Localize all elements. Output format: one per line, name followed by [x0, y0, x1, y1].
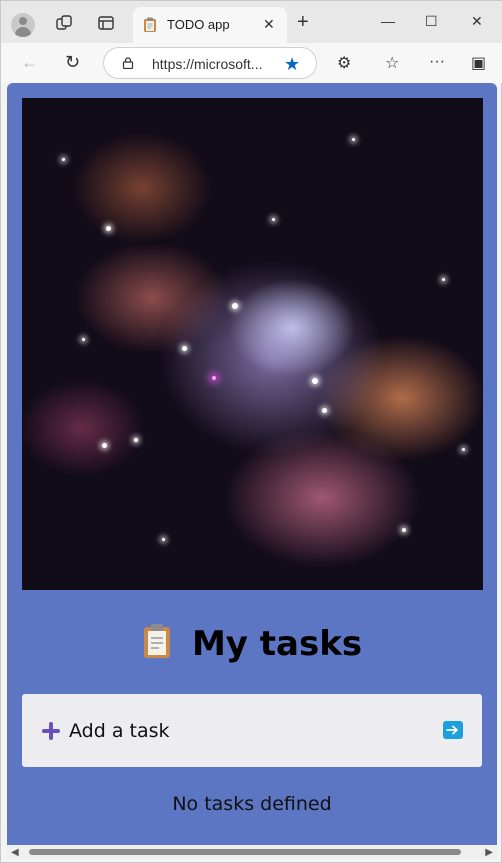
page-title: My tasks	[7, 623, 497, 664]
browser-window: TODO app ✕ + — ☐ ✕ ← ↻ https://microsoft…	[0, 0, 502, 863]
nebula-image	[22, 98, 483, 590]
url-text: https://microsoft...	[152, 56, 263, 72]
profile-icon[interactable]	[11, 13, 35, 37]
tab-close-icon[interactable]: ✕	[263, 16, 275, 33]
new-tab-button[interactable]: +	[297, 12, 309, 32]
empty-message: No tasks defined	[172, 793, 332, 815]
page-viewport: My tasks Add a task No tasks defined	[7, 83, 497, 845]
scroll-left-icon[interactable]: ◀	[11, 847, 19, 858]
tab-title: TODO app	[167, 17, 230, 32]
minimize-button[interactable]: —	[381, 13, 395, 29]
favorites-icon[interactable]: ☆	[385, 53, 399, 73]
tab-todo-app[interactable]: TODO app ✕	[133, 7, 287, 43]
extensions-icon[interactable]: ⚙	[337, 53, 351, 73]
tab-actions-icon[interactable]	[97, 14, 115, 32]
arrow-right-icon[interactable]	[443, 721, 463, 739]
workspaces-icon[interactable]	[55, 14, 73, 32]
horizontal-scrollbar[interactable]: ◀ ▶	[7, 845, 497, 859]
maximize-button[interactable]: ☐	[425, 13, 438, 30]
sidebar-icon[interactable]: ▣	[471, 53, 486, 73]
address-bar[interactable]: https://microsoft... ★	[103, 47, 317, 79]
page-title-text: My tasks	[191, 624, 363, 664]
tab-strip: TODO app ✕ + — ☐ ✕	[1, 1, 502, 43]
address-toolbar: ← ↻ https://microsoft... ★ ⚙ ☆ ··· ▣	[1, 43, 502, 83]
clipboard-icon	[144, 17, 156, 32]
add-task-label: Add a task	[69, 720, 170, 742]
star-icon[interactable]: ★	[284, 54, 300, 75]
lock-icon	[122, 57, 134, 69]
refresh-button[interactable]: ↻	[65, 52, 80, 73]
close-window-button[interactable]: ✕	[471, 13, 483, 30]
scrollbar-thumb[interactable]	[29, 849, 461, 855]
more-menu-icon[interactable]: ···	[429, 53, 445, 71]
clipboard-icon	[142, 623, 172, 659]
scroll-right-icon[interactable]: ▶	[485, 847, 493, 858]
add-task-field[interactable]: Add a task	[22, 694, 482, 767]
back-button[interactable]: ←	[21, 52, 39, 73]
plus-icon	[42, 722, 60, 740]
